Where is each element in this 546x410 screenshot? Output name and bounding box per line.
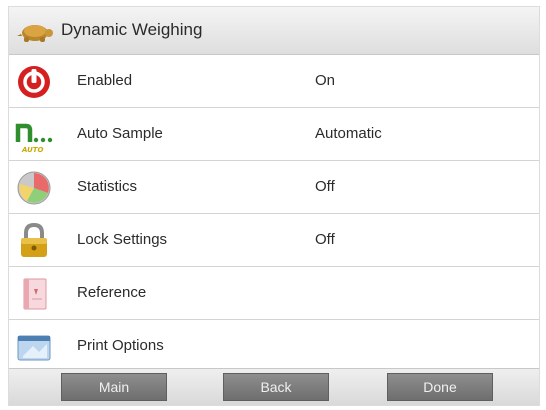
auto-sample-icon: AUTO (15, 123, 53, 154)
auto-sample-value: Automatic (315, 125, 382, 142)
statistics-label: Statistics (77, 178, 138, 195)
header-bar: Dynamic Weighing (9, 7, 539, 55)
enabled-value: On (315, 72, 336, 89)
menu-row-auto-sample[interactable]: AUTO Auto Sample Automatic (9, 108, 539, 161)
menu-row-enabled[interactable]: Enabled On (9, 55, 539, 108)
menu-row-lock-settings[interactable]: Lock Settings Off (9, 214, 539, 267)
footer-bar: Main Back Done (9, 368, 539, 405)
lock-icon (21, 222, 47, 257)
enabled-icon (18, 66, 50, 98)
print-options-label: Print Options (77, 337, 164, 354)
print-options-icon (17, 335, 51, 361)
page-title: Dynamic Weighing (61, 20, 203, 39)
menu-row-statistics[interactable]: Statistics Off (9, 161, 539, 214)
done-button[interactable]: Done (387, 373, 493, 401)
auto-sample-label: Auto Sample (77, 125, 163, 142)
reference-label: Reference (77, 284, 147, 301)
dynamic-weighing-screen: Dynamic Weighing Enabled On AUTO Auto Sa… (8, 6, 540, 406)
enabled-label: Enabled (77, 72, 133, 89)
statistics-pie-icon (17, 171, 51, 205)
back-button[interactable]: Back (223, 373, 329, 401)
menu-row-reference[interactable]: Reference (9, 267, 539, 320)
reference-book-icon (23, 278, 47, 310)
auto-sample-icon-text: AUTO (21, 146, 44, 154)
main-button[interactable]: Main (61, 373, 167, 401)
turtle-icon (17, 25, 53, 42)
menu-row-print-options[interactable]: Print Options (9, 320, 539, 373)
lock-settings-value: Off (315, 231, 335, 248)
statistics-value: Off (315, 178, 335, 195)
lock-settings-label: Lock Settings (77, 231, 168, 248)
